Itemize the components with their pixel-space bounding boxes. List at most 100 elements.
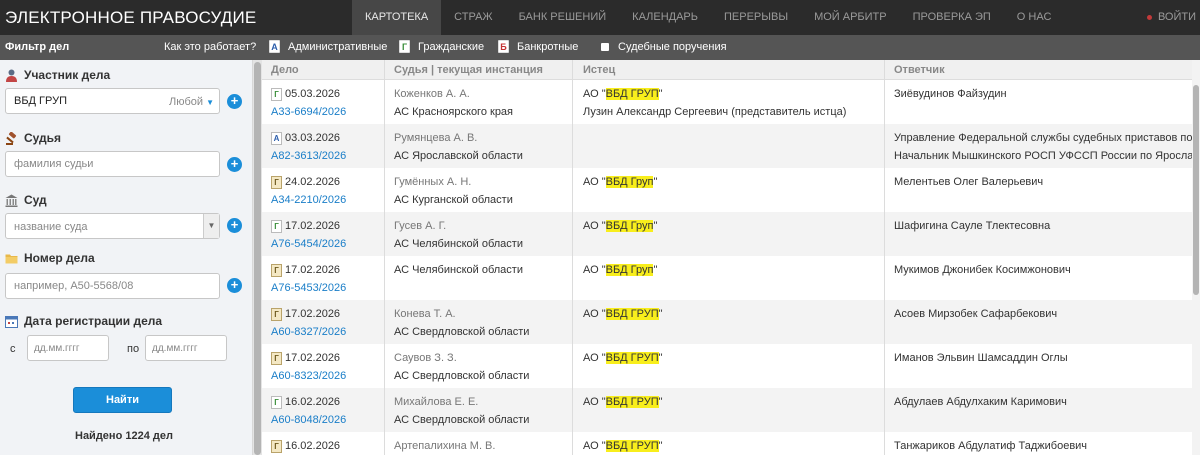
- courthouse-icon: [5, 194, 18, 207]
- column-divider: [884, 60, 885, 455]
- category-civil[interactable]: Г Гражданские: [399, 40, 484, 53]
- table-row[interactable]: Г 16.02.2026 А60-8048/2026 Михайлова Е. Е. А…: [262, 388, 1192, 432]
- add-participant-button[interactable]: +: [227, 94, 242, 109]
- case-number-link[interactable]: А76-5454/2026: [271, 238, 346, 250]
- court-name: АС Курганской области: [394, 194, 513, 206]
- case-number-label: Номер дела: [5, 251, 95, 265]
- case-number-link[interactable]: А82-3613/2026: [271, 150, 346, 162]
- case-number-link[interactable]: А60-8323/2026: [271, 370, 346, 382]
- plaintiff-name[interactable]: АО "ВБД ГРУП": [583, 396, 663, 408]
- plaintiff-name[interactable]: АО "ВБД Груп": [583, 176, 657, 188]
- nav-item-moy-arbitr[interactable]: МОЙ АРБИТР: [801, 0, 900, 35]
- defendant-name[interactable]: Мукимов Джонибек Косимжонович: [894, 264, 1071, 276]
- nav-item-kalendar[interactable]: КАЛЕНДАРЬ: [619, 0, 711, 35]
- court-placeholder: название суда: [14, 221, 88, 233]
- plaintiff-name[interactable]: АО "ВБД Груп": [583, 220, 657, 232]
- case-type-icon: Г: [271, 396, 282, 409]
- defendant-name[interactable]: Танжариков Абдулатиф Таджибоевич: [894, 440, 1087, 452]
- category-court-orders[interactable]: Судебные поручения: [601, 41, 727, 53]
- nav-item-o-nas[interactable]: О НАС: [1004, 0, 1065, 35]
- defendant-name[interactable]: Абдулаев Абдулхаким Каримович: [894, 396, 1067, 408]
- participant-label: Участник дела: [5, 68, 110, 82]
- date-to-input[interactable]: [145, 335, 227, 361]
- dropdown-arrow-icon[interactable]: ▼: [203, 214, 219, 238]
- table-row[interactable]: Г 17.02.2026 А60-8327/2026 Конева Т. А. АС С…: [262, 300, 1192, 344]
- filter-sidebar: Участник дела ВБД ГРУП Любой ▼ + Судья +…: [0, 60, 252, 455]
- case-type-icon: Г: [271, 308, 282, 321]
- table-row[interactable]: А 03.03.2026 А82-3613/2026 Румянцева А. В. А…: [262, 124, 1193, 168]
- nav-item-bank-resheniy[interactable]: БАНК РЕШЕНИЙ: [506, 0, 620, 35]
- how-it-works-link[interactable]: Как это работает?: [164, 41, 256, 53]
- judge-input[interactable]: [5, 151, 220, 177]
- court-select[interactable]: название суда ▼: [5, 213, 220, 239]
- court-name: АС Свердловской области: [394, 414, 530, 426]
- case-number-input[interactable]: [5, 273, 220, 299]
- plaintiff-representative[interactable]: Лузин Александр Сергеевич (представитель…: [583, 106, 846, 118]
- table-row[interactable]: Г 24.02.2026 А34-2210/2026 Гумённых А. Н. АС…: [262, 168, 1192, 212]
- header-judge[interactable]: Судья | текущая инстанция: [394, 64, 543, 76]
- plaintiff-name[interactable]: АО "ВБД ГРУП": [583, 440, 663, 452]
- header-plaintiff[interactable]: Истец: [583, 64, 615, 76]
- table-row[interactable]: Г 16.02.2026 Артепалихина М. В. АО "ВБД ГРУ…: [262, 432, 1192, 455]
- date-from-input[interactable]: [27, 335, 109, 361]
- court-name: АС Челябинской области: [394, 238, 523, 250]
- defendant-name[interactable]: Мелентьев Олег Валерьевич: [894, 176, 1043, 188]
- judge-name: Гумённых А. Н.: [394, 176, 472, 188]
- table-row[interactable]: Г 17.02.2026 А76-5453/2026 АС Челябинской о…: [262, 256, 1192, 300]
- table-row[interactable]: Г 05.03.2026 А33-6694/2026 Коженков А. А. АС…: [262, 80, 1192, 124]
- category-administrative-label: Административные: [288, 40, 388, 53]
- search-highlight: ВБД ГРУП: [605, 440, 659, 452]
- plaintiff-name[interactable]: АО "ВБД ГРУП": [583, 88, 663, 100]
- filter-title: Фильтр дел: [5, 41, 70, 53]
- header-case[interactable]: Дело: [271, 64, 299, 76]
- plaintiff-name[interactable]: АО "ВБД ГРУП": [583, 308, 663, 320]
- defendant-name[interactable]: Управление Федеральной службы судебных п…: [894, 132, 1193, 144]
- table-row[interactable]: Г 17.02.2026 А60-8323/2026 Саувов З. З. АС С…: [262, 344, 1192, 388]
- login-link[interactable]: ВОЙТИ: [1146, 0, 1200, 35]
- defendant-name[interactable]: Зиёвудинов Файзудин: [894, 88, 1007, 100]
- category-administrative[interactable]: А Административные: [269, 40, 387, 53]
- sidebar-scroll-thumb[interactable]: [254, 62, 261, 455]
- filter-bar: Фильтр дел Как это работает? А Администр…: [0, 35, 1200, 60]
- case-number-link[interactable]: А34-2210/2026: [271, 194, 346, 206]
- category-bankruptcy[interactable]: Б Банкротные: [498, 40, 578, 53]
- search-highlight: ВБД Груп: [605, 264, 654, 276]
- chevron-down-icon: ▼: [206, 98, 214, 107]
- case-type-icon: Г: [271, 264, 282, 277]
- case-date: 24.02.2026: [285, 176, 341, 188]
- participant-mode-dropdown[interactable]: Любой ▼: [169, 96, 214, 108]
- case-number-link[interactable]: А60-8048/2026: [271, 414, 346, 426]
- add-court-button[interactable]: +: [227, 218, 242, 233]
- case-number-link[interactable]: А33-6694/2026: [271, 106, 346, 118]
- case-date: 03.03.2026: [285, 132, 341, 144]
- column-divider: [384, 60, 385, 455]
- find-button[interactable]: Найти: [73, 387, 172, 413]
- main-scrollbar[interactable]: [1192, 60, 1200, 455]
- nav-item-kartoteka[interactable]: КАРТОТЕКА: [352, 0, 442, 35]
- registration-date-label: Дата регистрации дела: [5, 314, 162, 328]
- nav-item-pereryvy[interactable]: ПЕРЕРЫВЫ: [711, 0, 801, 35]
- case-type-icon: А: [271, 132, 282, 145]
- add-case-number-button[interactable]: +: [227, 278, 242, 293]
- defendant-name[interactable]: Асоев Мирзобек Сафарбекович: [894, 308, 1057, 320]
- add-judge-button[interactable]: +: [227, 157, 242, 172]
- defendant-name-secondary[interactable]: Начальник Мышкинского РОСП УФССП России …: [894, 150, 1193, 162]
- nav-item-proverka-ep[interactable]: ПРОВЕРКА ЭП: [900, 0, 1004, 35]
- judge-name: Саувов З. З.: [394, 352, 457, 364]
- sidebar-scrollbar[interactable]: [252, 60, 262, 455]
- judge-name: Конева Т. А.: [394, 308, 456, 320]
- case-number-link[interactable]: А76-5453/2026: [271, 282, 346, 294]
- defendant-name[interactable]: Иманов Эльвин Шамсаддин Оглы: [894, 352, 1068, 364]
- defendant-name[interactable]: Шафигина Сауле Тлектесовна: [894, 220, 1050, 232]
- header-defendant[interactable]: Ответчик: [894, 64, 945, 76]
- calendar-icon: [5, 315, 18, 328]
- plaintiff-name[interactable]: АО "ВБД Груп": [583, 264, 657, 276]
- case-number-link[interactable]: А60-8327/2026: [271, 326, 346, 338]
- nav-item-strazh[interactable]: СТРАЖ: [441, 0, 505, 35]
- plaintiff-name[interactable]: АО "ВБД ГРУП": [583, 352, 663, 364]
- table-row[interactable]: Г 17.02.2026 А76-5454/2026 Гусев А. Г. АС Че…: [262, 212, 1192, 256]
- main-scroll-thumb[interactable]: [1193, 85, 1199, 295]
- table-header: Дело Судья | текущая инстанция Истец Отв…: [262, 60, 1200, 80]
- search-highlight: ВБД Груп: [605, 220, 654, 232]
- participant-input[interactable]: ВБД ГРУП Любой ▼: [5, 88, 220, 114]
